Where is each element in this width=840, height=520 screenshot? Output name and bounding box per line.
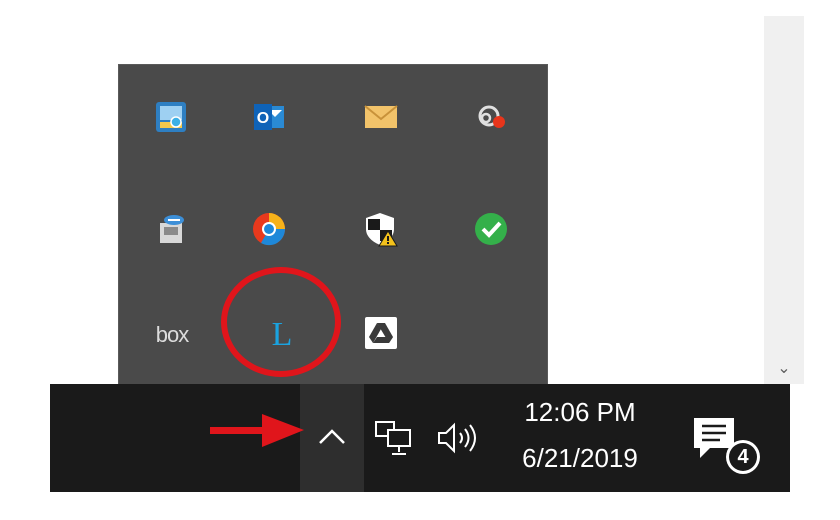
annotation-arrow-layer bbox=[210, 414, 304, 447]
annotation-arrow bbox=[210, 414, 304, 447]
